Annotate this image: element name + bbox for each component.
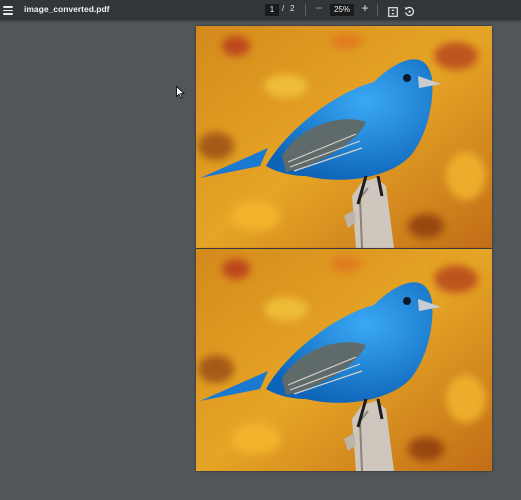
minus-icon: − [315, 1, 323, 15]
bird-image [196, 249, 492, 471]
fit-to-page-icon[interactable] [388, 4, 398, 17]
mouse-pointer-icon [176, 86, 185, 99]
rotate-counterclockwise-icon[interactable] [404, 4, 415, 17]
toolbar-divider [305, 4, 306, 16]
zoom-level-input[interactable]: 25% [330, 4, 354, 16]
toolbar-divider [377, 4, 378, 16]
current-page-input[interactable]: 1 [265, 4, 279, 16]
pdf-viewer-area[interactable] [0, 20, 521, 500]
document-title: image_converted.pdf [24, 4, 110, 14]
page-separator: / [282, 4, 285, 13]
pdf-page-2 [196, 249, 492, 471]
hamburger-menu-icon[interactable] [1, 3, 15, 17]
pdf-page-1 [196, 26, 492, 248]
pdf-toolbar: image_converted.pdf 1 / 2 − 25% + [0, 0, 521, 20]
zoom-out-button[interactable]: − [314, 1, 324, 15]
plus-icon: + [361, 1, 369, 15]
total-pages: 2 [290, 4, 295, 13]
zoom-in-button[interactable]: + [360, 1, 370, 15]
bird-image [196, 26, 492, 248]
